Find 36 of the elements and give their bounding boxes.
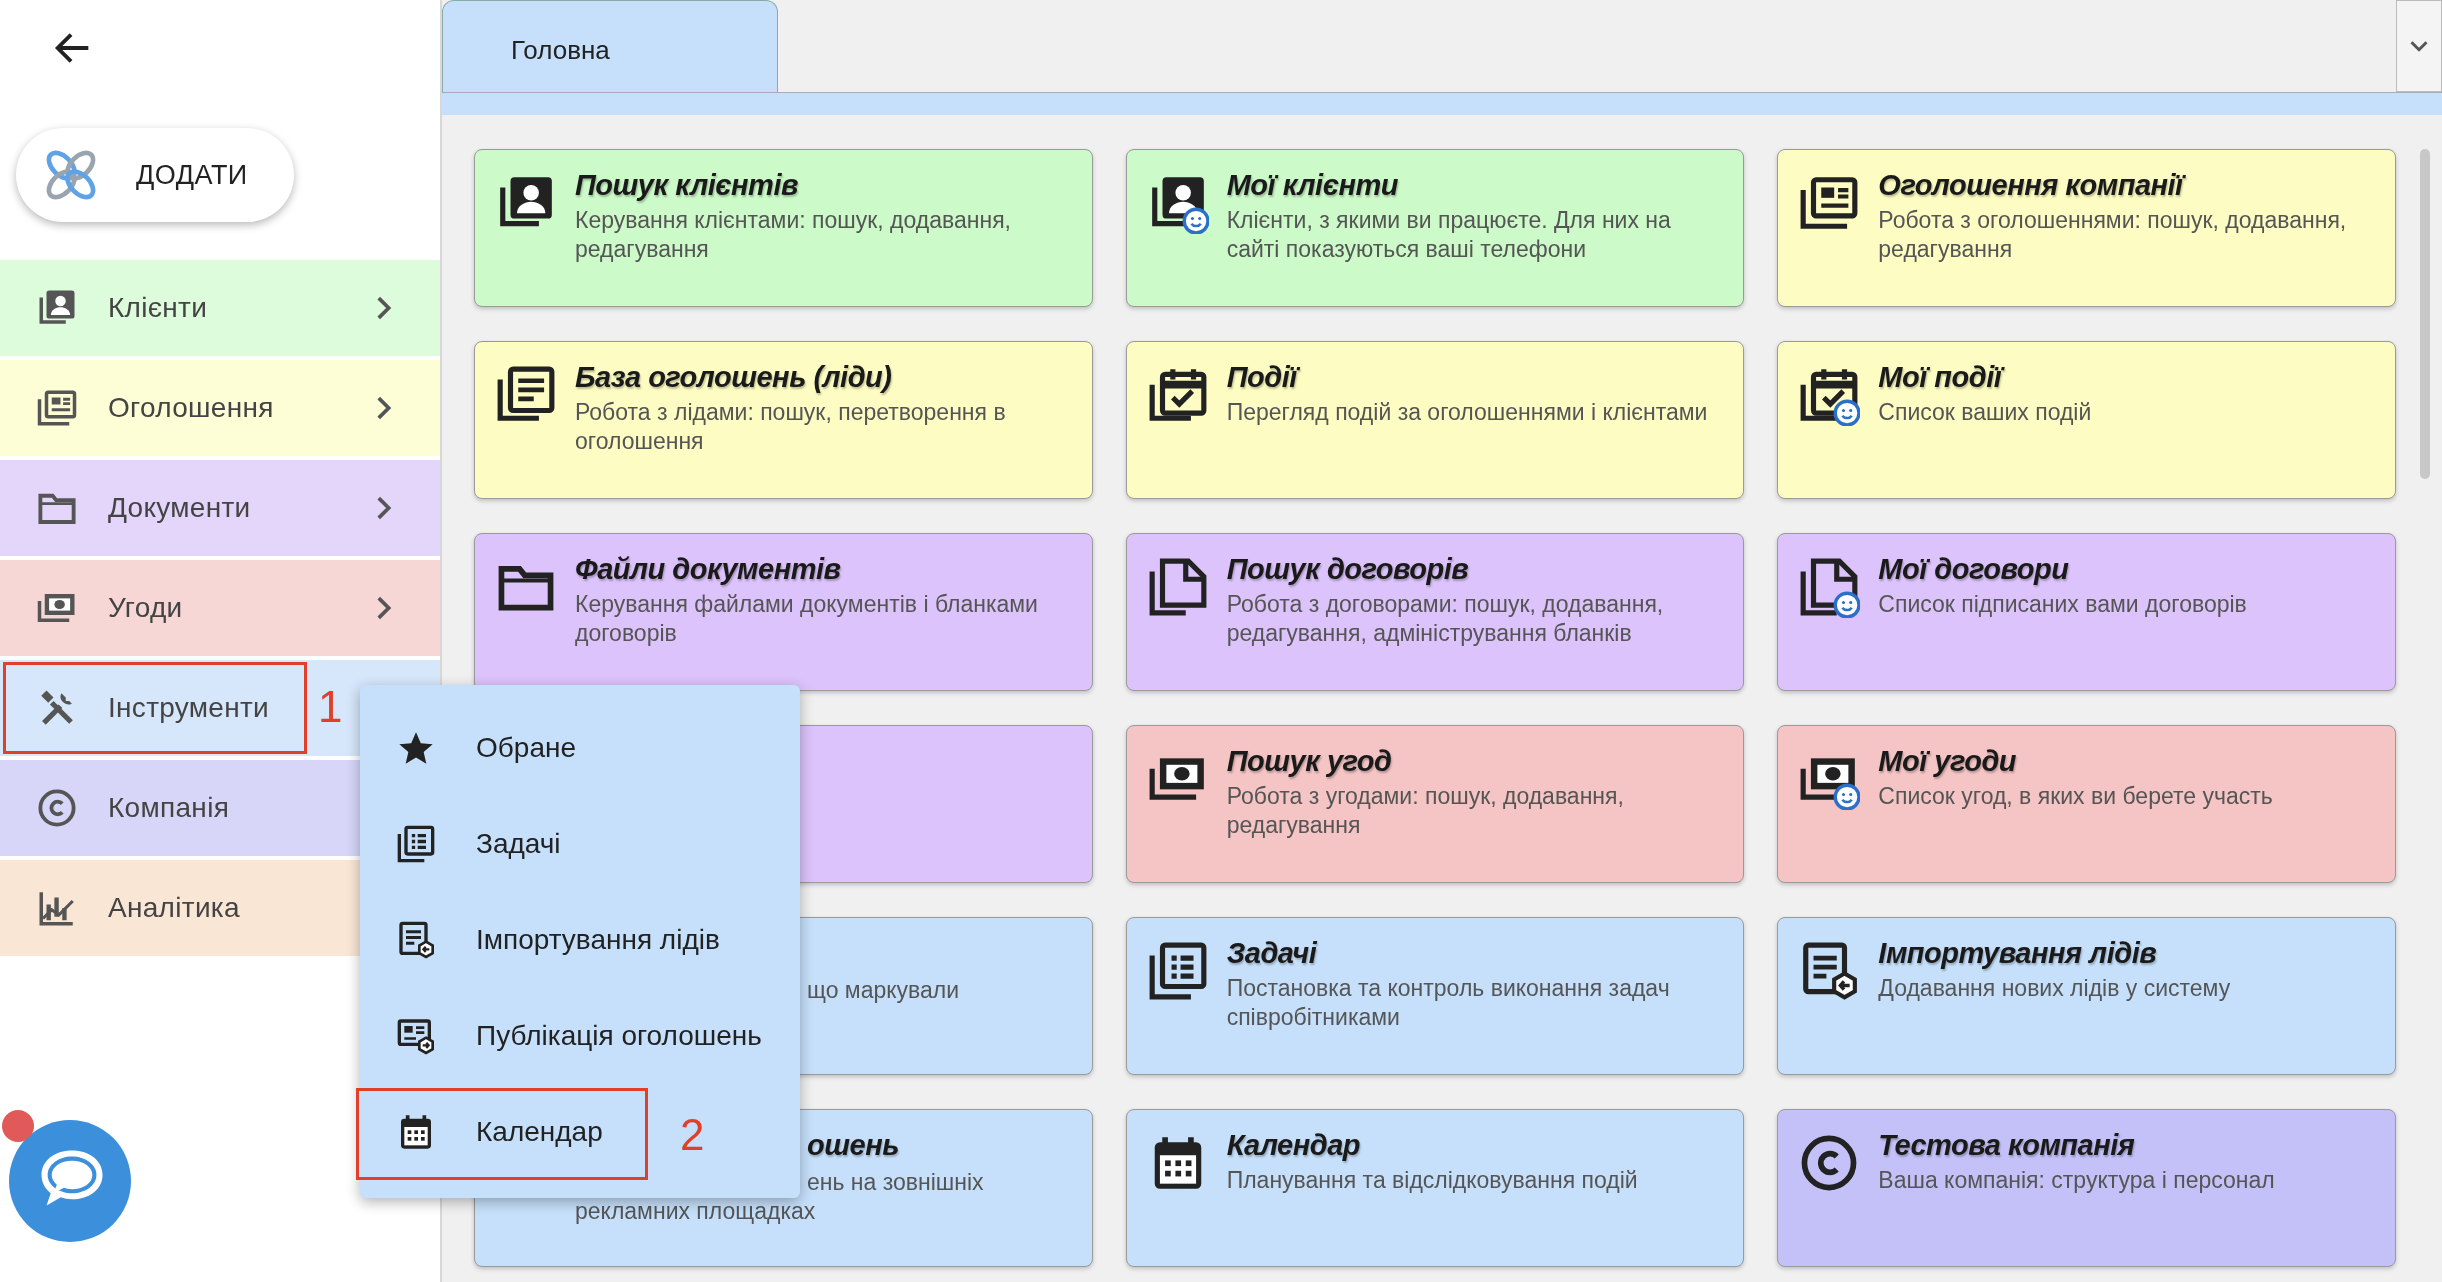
tile-description: Список підписаних вами договорів [1878,590,2247,619]
tile-description: Робота з оголошеннями: пошук, додавання, редагування [1878,206,2348,264]
tile-description: що маркували [807,976,960,1005]
tile-title: ошень [807,1128,899,1162]
tile-description: ень на зовнішніх [807,1168,984,1197]
tile-description: Список ваших подій [1878,398,2092,427]
tile-description: рекламних площадках [575,1197,816,1226]
tile-description: Клієнти, з якими ви працюєте. Для них на сайті показуються ваші телефони [1226,206,1672,264]
annotation-number: 2 [680,1110,705,1160]
tile-title: Тестова компанія [1878,1128,2136,1162]
tile-title: Імпортування лідів [1878,936,2158,970]
tile-description: Робота з договорами: пошук, додавання, редагування, адміністрування бланків [1226,590,1665,648]
tile-description: Постановка та контроль виконання задач співробітниками [1226,974,1671,1032]
tile-description: Робота з лідами: пошук, перетворення в оголошення [575,398,1007,456]
tile-description: Перегляд подій за оголошеннями і клієнтами [1226,398,1708,427]
tile-title: Задачі [1226,936,1319,970]
tile-description: Керування файлами документів і бланками договорів [575,590,1039,648]
tile-title: Мої угоди [1878,744,2018,778]
tile-title: Файли документів [575,552,842,586]
tile-title: Мої клієнти [1226,168,1399,202]
tile-description: Керування клієнтами: пошук, додавання, редагування [575,206,1012,264]
annotation-number: 1 [318,682,343,732]
tile-description: Список угод, в яких ви берете участь [1878,782,2273,811]
tile-title: Пошук договорів [1226,552,1470,586]
tile-title: Мої події [1878,360,2092,394]
tile-title: Події [1226,360,1708,394]
tile-title: Оголошення компанії [1878,168,2375,202]
tile-description: Робота з угодами: пошук, додавання, редагування [1226,782,1625,840]
tile-description: Планування та відслідковування подій [1226,1166,1638,1195]
tile-title: База оголошень (ліди) [575,360,893,394]
tile-title: Пошук угод [1226,744,1393,778]
tile-title: Пошук клієнтів [575,168,799,202]
tile-title: Календар [1226,1128,1362,1162]
tile-description: Ваша компанія: структура і персонал [1878,1166,2275,1195]
tile-title: Мої договори [1878,552,2070,586]
tile-description: Додавання нових лідів у систему [1878,974,2231,1003]
